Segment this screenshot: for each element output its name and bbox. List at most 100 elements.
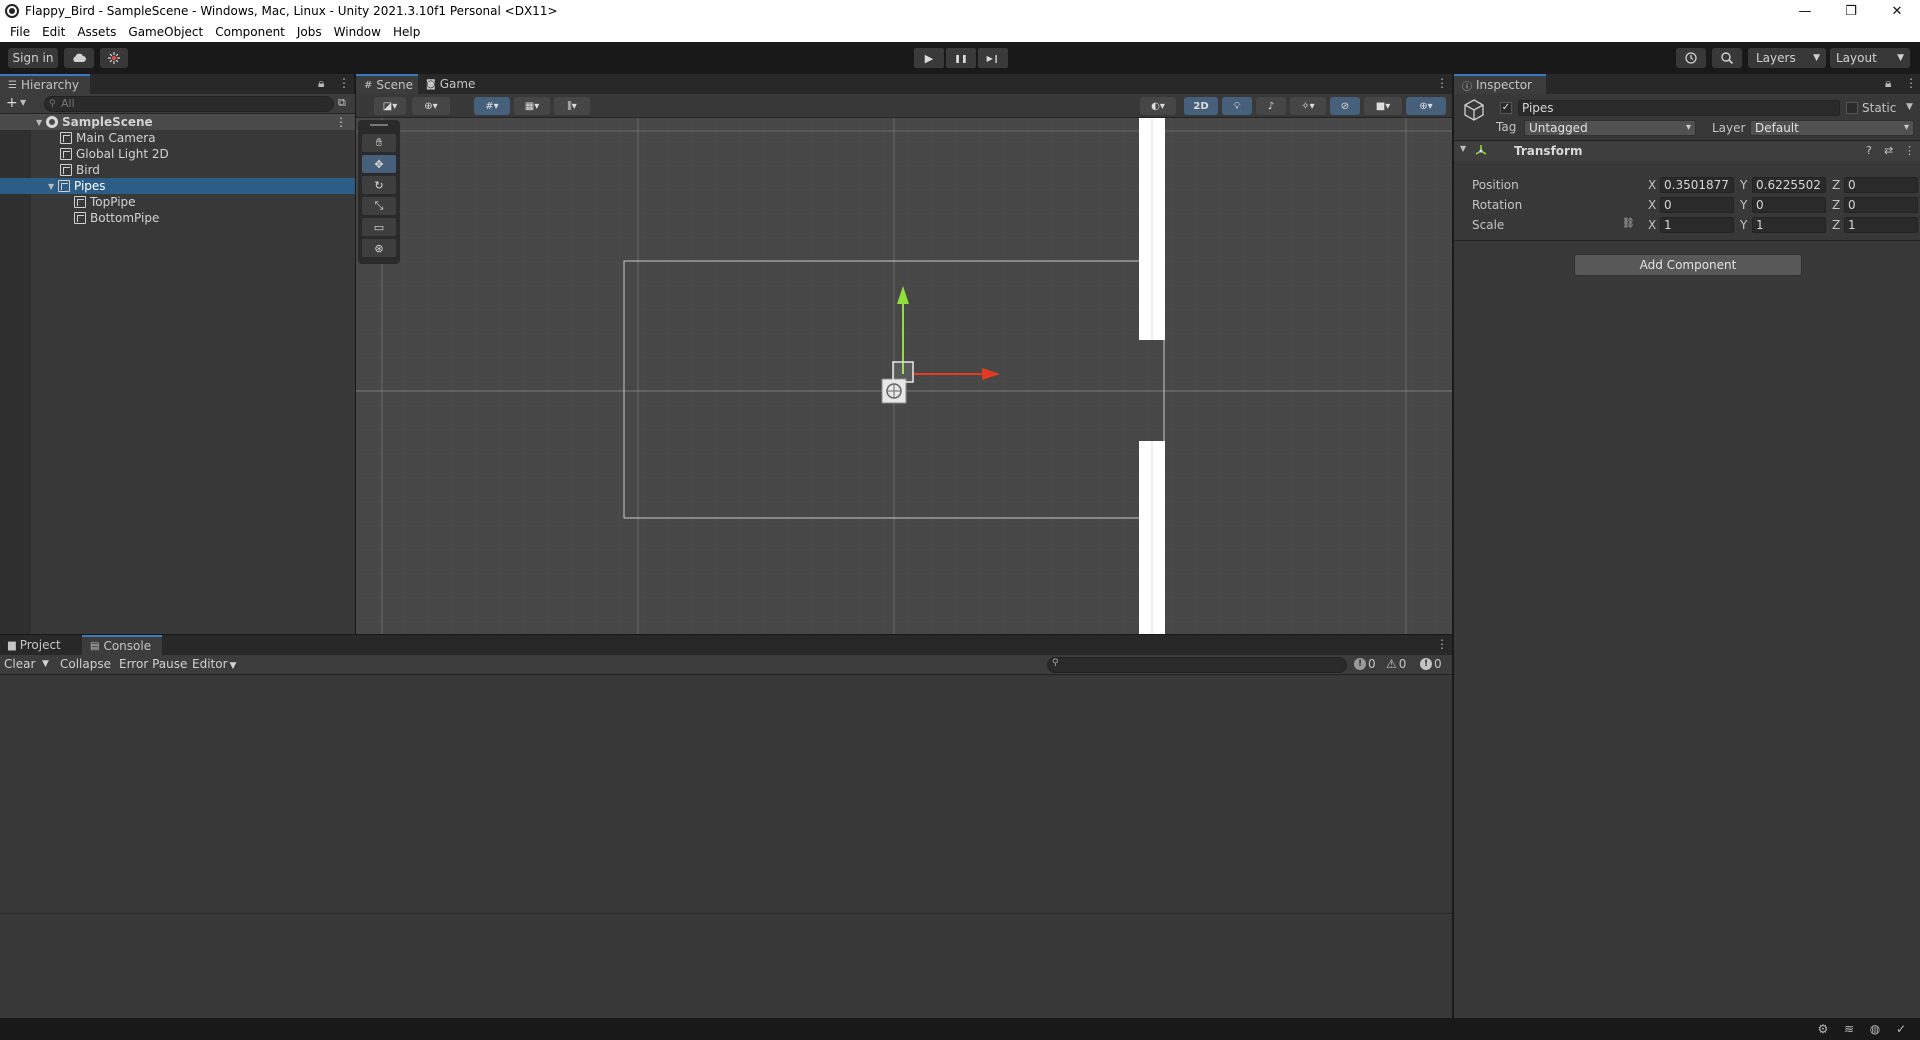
hidden-objects-toggle[interactable]: ⊘	[1330, 97, 1360, 115]
preset-icon[interactable]: ⇄	[1884, 144, 1893, 157]
transform-header[interactable]: ▼ Transform ? ⇄ ⋮	[1454, 141, 1920, 161]
tab-scene[interactable]: # Scene	[356, 74, 418, 94]
constrain-proportions-icon[interactable]: ⛓︎	[1622, 218, 1635, 229]
hierarchy-item-global-light-2d[interactable]: Global Light 2D	[0, 146, 355, 162]
lighting-toggle[interactable]: 💡︎	[1222, 97, 1252, 115]
clear-button[interactable]: Clear	[4, 657, 35, 671]
effects-dropdown[interactable]: ✧▾	[1290, 97, 1326, 115]
mode-2d-toggle[interactable]: 2D	[1184, 97, 1218, 115]
draw-mode-dropdown[interactable]: ◪▾	[374, 97, 406, 115]
menu-component[interactable]: Component	[209, 25, 291, 39]
menu-window[interactable]: Window	[328, 25, 387, 39]
position-x-field[interactable]: 0.3501877	[1660, 177, 1734, 193]
move-tool-button[interactable]: ✥	[362, 155, 396, 173]
play-button[interactable]: ▶	[914, 48, 944, 68]
rotation-y-field[interactable]: 0	[1752, 197, 1826, 213]
layer-dropdown[interactable]: Default	[1750, 120, 1914, 136]
search-icon[interactable]	[1712, 48, 1742, 68]
hierarchy-search-input[interactable]: ⚲ All	[44, 96, 334, 112]
tab-project[interactable]: ▆ Project	[0, 635, 82, 655]
increment-snap-dropdown[interactable]: ▦▾	[514, 97, 550, 115]
more-options-icon[interactable]: ⋮	[335, 115, 347, 129]
menu-jobs[interactable]: Jobs	[291, 25, 328, 39]
auto-generate-lighting-icon[interactable]: ◍	[1868, 1022, 1882, 1036]
more-options-icon[interactable]: ⋮	[1905, 76, 1917, 90]
error-count-toggle[interactable]: ! 0	[1420, 657, 1442, 671]
error-pause-button[interactable]: Error Pause	[119, 657, 187, 671]
active-checkbox[interactable]: ✓	[1500, 102, 1512, 114]
gizmos-dropdown[interactable]: ⊕▾	[1406, 97, 1446, 115]
scale-x-field[interactable]: 1	[1660, 217, 1734, 233]
tab-game[interactable]: ◙ Game	[418, 74, 480, 94]
object-name-field[interactable]: Pipes	[1518, 100, 1840, 116]
menu-edit[interactable]: Edit	[36, 25, 71, 39]
tab-hierarchy[interactable]: ☰ Hierarchy	[0, 74, 90, 94]
scale-tool-button[interactable]: ⤡	[362, 197, 396, 215]
position-z-field[interactable]: 0	[1844, 177, 1918, 193]
rect-tool-button[interactable]: ▭	[362, 218, 396, 236]
rotation-x-field[interactable]: 0	[1660, 197, 1734, 213]
hierarchy-item-toppipe[interactable]: TopPipe	[0, 194, 355, 210]
hierarchy-item-bird[interactable]: Bird	[0, 162, 355, 178]
warning-count-toggle[interactable]: ⚠ 0	[1386, 657, 1406, 671]
menu-help[interactable]: Help	[387, 25, 426, 39]
rotate-tool-button[interactable]: ↻	[362, 176, 396, 194]
position-y-field[interactable]: 0.6225502	[1752, 177, 1826, 193]
pause-button[interactable]: ❚❚	[946, 48, 976, 68]
step-button[interactable]: ▶❙	[978, 48, 1008, 68]
menu-file[interactable]: File	[4, 25, 36, 39]
xy-plane-handle[interactable]	[892, 361, 914, 383]
hand-tool-button[interactable]: ✋︎	[362, 134, 396, 152]
scene-visibility-icon[interactable]: ⧉	[338, 96, 346, 110]
hierarchy-item-bottompipe[interactable]: BottomPipe	[0, 210, 355, 226]
bug-icon[interactable]: ⚙	[1816, 1022, 1830, 1036]
console-search-input[interactable]: ⚲	[1047, 657, 1347, 673]
add-button[interactable]: +	[6, 95, 18, 111]
tab-console[interactable]: ▤ Console	[82, 635, 162, 655]
expand-arrow-icon[interactable]: ▼	[48, 182, 58, 191]
collab-icon[interactable]	[100, 48, 128, 68]
compile-status-icon[interactable]: ✓	[1894, 1022, 1908, 1036]
collapse-button[interactable]: Collapse	[60, 657, 111, 671]
help-icon[interactable]: ?	[1866, 144, 1872, 157]
chevron-down-icon[interactable]: ▼	[42, 659, 49, 669]
audio-toggle[interactable]: ♪	[1256, 97, 1286, 115]
expand-arrow-icon[interactable]: ▼	[36, 118, 46, 127]
menu-assets[interactable]: Assets	[71, 25, 122, 39]
menu-gameobject[interactable]: GameObject	[122, 25, 209, 39]
tab-inspector[interactable]: ⓘ Inspector	[1454, 74, 1546, 94]
scene-viewport[interactable]: ✋︎ ✥ ↻ ⤡ ▭ ⊛	[356, 118, 1452, 634]
camera-dropdown[interactable]: ■▾	[1364, 97, 1402, 115]
align-dropdown[interactable]: ⫼▾	[554, 97, 590, 115]
scene-row[interactable]: ▼ SampleScene ⋮	[0, 114, 355, 130]
lock-icon[interactable]: 🔒︎	[1885, 76, 1891, 91]
static-checkbox[interactable]	[1846, 102, 1858, 114]
expand-arrow-icon[interactable]: ▼	[1460, 144, 1466, 153]
cloud-icon[interactable]	[64, 48, 94, 68]
hierarchy-item-main-camera[interactable]: Main Camera	[0, 130, 355, 146]
close-button[interactable]: ✕	[1874, 0, 1920, 22]
history-icon[interactable]	[1676, 48, 1706, 68]
add-component-button[interactable]: Add Component	[1574, 254, 1802, 276]
palette-grip[interactable]	[370, 124, 388, 126]
chevron-down-icon[interactable]: ▼	[1906, 102, 1913, 112]
minimize-button[interactable]: —	[1782, 0, 1828, 22]
more-options-icon[interactable]: ⋮	[338, 76, 350, 90]
global-dropdown[interactable]: ⊕▾	[412, 97, 450, 115]
scene-canvas[interactable]	[356, 118, 1452, 634]
restore-button[interactable]: ❐	[1828, 0, 1874, 22]
render-mode-dropdown[interactable]: ◐▾	[1140, 97, 1176, 115]
more-options-icon[interactable]: ⋮	[1436, 76, 1448, 90]
sign-in-button[interactable]: Sign in	[8, 48, 58, 68]
cache-icon[interactable]: ≋	[1842, 1022, 1856, 1036]
tag-dropdown[interactable]: Untagged	[1524, 120, 1696, 136]
transform-tool-button[interactable]: ⊛	[362, 239, 396, 257]
layers-dropdown[interactable]: Layers ▼	[1748, 48, 1826, 68]
chevron-down-icon[interactable]: ▼	[20, 98, 26, 107]
more-options-icon[interactable]: ⋮	[1904, 144, 1915, 157]
console-detail-divider[interactable]	[0, 913, 1452, 914]
scale-y-field[interactable]: 1	[1752, 217, 1826, 233]
log-count-toggle[interactable]: ! 0	[1354, 657, 1376, 671]
layout-dropdown[interactable]: Layout ▼	[1830, 48, 1910, 68]
editor-dropdown[interactable]: Editor ▼	[192, 657, 236, 671]
